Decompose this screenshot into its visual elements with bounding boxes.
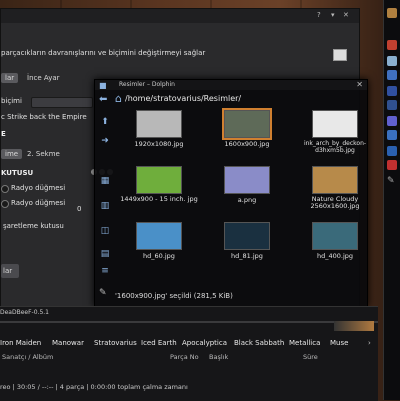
- playlist-tab[interactable]: Iron Maiden: [0, 339, 41, 347]
- right-dock-panel: ✎: [383, 0, 400, 400]
- seekbar[interactable]: [0, 321, 378, 323]
- radio-label-2: Radyo düğmesi: [11, 199, 66, 207]
- back-icon[interactable]: ⬅: [99, 94, 107, 105]
- app-icon[interactable]: [387, 116, 397, 126]
- playlist-tab[interactable]: Manowar: [52, 339, 84, 347]
- player-window: DeaDBeeF-0.5.1 Iron Maiden Manowar Strat…: [0, 306, 378, 401]
- path-bar[interactable]: /home/stratovarius/Resimler/: [125, 94, 241, 103]
- column-header[interactable]: Parça No: [170, 353, 199, 361]
- column-header[interactable]: Sanatçı / Albüm: [2, 353, 53, 361]
- file-name-text: Nature Cloudy 2560x1600.jpg: [310, 195, 360, 210]
- file-name: hd_81.jpg: [231, 252, 263, 260]
- playlist-tab[interactable]: Metallica: [289, 339, 320, 347]
- dolphin-window: Resimler – Dolphin ■ ✕ ⬅ ⌂ /home/stratov…: [94, 79, 368, 307]
- home-icon[interactable]: ⌂: [115, 92, 122, 105]
- icons-view-icon[interactable]: ▦: [99, 176, 111, 186]
- app-icon[interactable]: [387, 56, 397, 66]
- file-name-text: ink_arch_by_deckon-d3hxm5b.jpg: [303, 140, 367, 154]
- tab-ince-ayar[interactable]: İnce Ayar: [23, 73, 64, 83]
- playlist-tab[interactable]: Apocalyptica: [182, 339, 227, 347]
- file-name-text: 1449x900 - 15 inch. jpg: [120, 195, 198, 203]
- radio-label-1: Radyo düğmesi: [11, 184, 66, 192]
- file-name: 1600x900.jpg: [224, 140, 270, 148]
- playlist-tab[interactable]: Muse: [330, 339, 348, 347]
- file-item[interactable]: a.png: [203, 166, 291, 204]
- file-thumbnail: [136, 222, 182, 250]
- file-item[interactable]: hd_60.jpg: [115, 222, 203, 260]
- description-text: parçacıkların davranışlarını ve biçimini…: [1, 49, 206, 57]
- file-item[interactable]: 1920x1080.jpg: [115, 110, 203, 148]
- file-thumbnail: [136, 166, 182, 194]
- dolphin-title: Resimler – Dolphin: [95, 80, 367, 90]
- app-icon[interactable]: [387, 40, 397, 50]
- file-thumbnail: [312, 166, 358, 194]
- checkbox-label[interactable]: şaretleme kutusu: [3, 222, 64, 230]
- app-icon[interactable]: [387, 160, 397, 170]
- app-icon[interactable]: [387, 146, 397, 156]
- tab-1[interactable]: ime: [1, 149, 23, 159]
- file-thumbnail: [224, 166, 270, 194]
- file-thumbnail: [224, 222, 270, 250]
- radio-button-2[interactable]: [1, 200, 9, 208]
- file-item[interactable]: hd_400.jpg: [291, 222, 379, 260]
- playlist-tab[interactable]: Stratovarius: [94, 339, 137, 347]
- file-name: ink_arch_by_deckon-d3hxm5b.jpg: [291, 140, 379, 154]
- tab-left[interactable]: lar: [1, 73, 19, 83]
- radio-button-1[interactable]: [1, 185, 9, 193]
- list-view-icon[interactable]: ≡: [99, 266, 111, 276]
- section-kutusu: KUTUSU: [1, 169, 34, 177]
- file-name: a.png: [237, 196, 257, 204]
- close-icon[interactable]: ✕: [356, 80, 363, 89]
- dolphin-app-icon: ■: [99, 81, 107, 90]
- app-icon[interactable]: [387, 100, 397, 110]
- file-name: hd_400.jpg: [316, 252, 354, 260]
- titlebar: [1, 9, 359, 23]
- section-e: E: [1, 130, 6, 138]
- split-view-icon[interactable]: ◫: [99, 226, 111, 236]
- style-combo[interactable]: [31, 97, 93, 108]
- tab-scroll-icon[interactable]: ›: [368, 339, 371, 347]
- forward-icon[interactable]: ➜: [99, 136, 111, 146]
- playlist-tab[interactable]: Black Sabbath: [234, 339, 284, 347]
- file-name: 1449x900 - 15 inch. jpg: [115, 196, 203, 203]
- app-icon[interactable]: [387, 8, 397, 18]
- help-button[interactable]: ?: [317, 11, 321, 19]
- file-thumbnail: [222, 108, 272, 140]
- app-icon[interactable]: [387, 70, 397, 80]
- file-item[interactable]: 1449x900 - 15 inch. jpg: [115, 166, 203, 203]
- grid-view-icon[interactable]: ▤: [99, 249, 111, 259]
- preview-icon: [333, 49, 347, 61]
- playlist-tab[interactable]: Iced Earth: [141, 339, 177, 347]
- app-icon[interactable]: [387, 130, 397, 140]
- spin-value[interactable]: 0: [77, 205, 81, 213]
- apply-button-label: lar: [3, 267, 13, 275]
- file-item-selected[interactable]: 1600x900.jpg: [203, 108, 291, 148]
- label-bicimi: biçimi: [1, 97, 22, 105]
- file-item[interactable]: ink_arch_by_deckon-d3hxm5b.jpg: [291, 110, 379, 154]
- file-thumbnail: [312, 222, 358, 250]
- file-name: 1920x1080.jpg: [134, 140, 184, 148]
- player-title: DeaDBeeF-0.5.1: [0, 309, 49, 316]
- apply-button[interactable]: lar: [1, 264, 19, 278]
- file-thumbnail: [136, 110, 182, 138]
- tab-2[interactable]: 2. Sekme: [23, 149, 64, 159]
- settings-wrench-icon[interactable]: ✎: [99, 288, 107, 298]
- app-icon[interactable]: [387, 86, 397, 96]
- file-item[interactable]: Nature Cloudy 2560x1600.jpg: [291, 166, 379, 210]
- file-name: hd_60.jpg: [143, 252, 175, 260]
- close-icon[interactable]: ✕: [343, 11, 349, 19]
- file-thumbnail: [312, 110, 358, 138]
- wrench-icon[interactable]: ✎: [387, 176, 397, 186]
- file-item[interactable]: hd_81.jpg: [203, 222, 291, 260]
- minimize-icon[interactable]: ▾: [331, 11, 335, 19]
- file-name: Nature Cloudy 2560x1600.jpg: [291, 196, 379, 210]
- volume-bar[interactable]: [334, 321, 374, 331]
- details-view-icon[interactable]: ▥: [99, 201, 111, 211]
- column-header[interactable]: Başlık: [209, 353, 228, 361]
- status-bar: '1600x900.jpg' seçildi (281,5 KiB): [115, 292, 233, 300]
- player-status-bar: reo | 30:05 / --:-- | 4 parça | 0:00:00 …: [0, 383, 188, 391]
- combo-value: c Strike back the Empire: [1, 113, 87, 121]
- up-arrow-icon[interactable]: ⬆: [99, 117, 111, 127]
- column-header[interactable]: Süre: [303, 353, 318, 361]
